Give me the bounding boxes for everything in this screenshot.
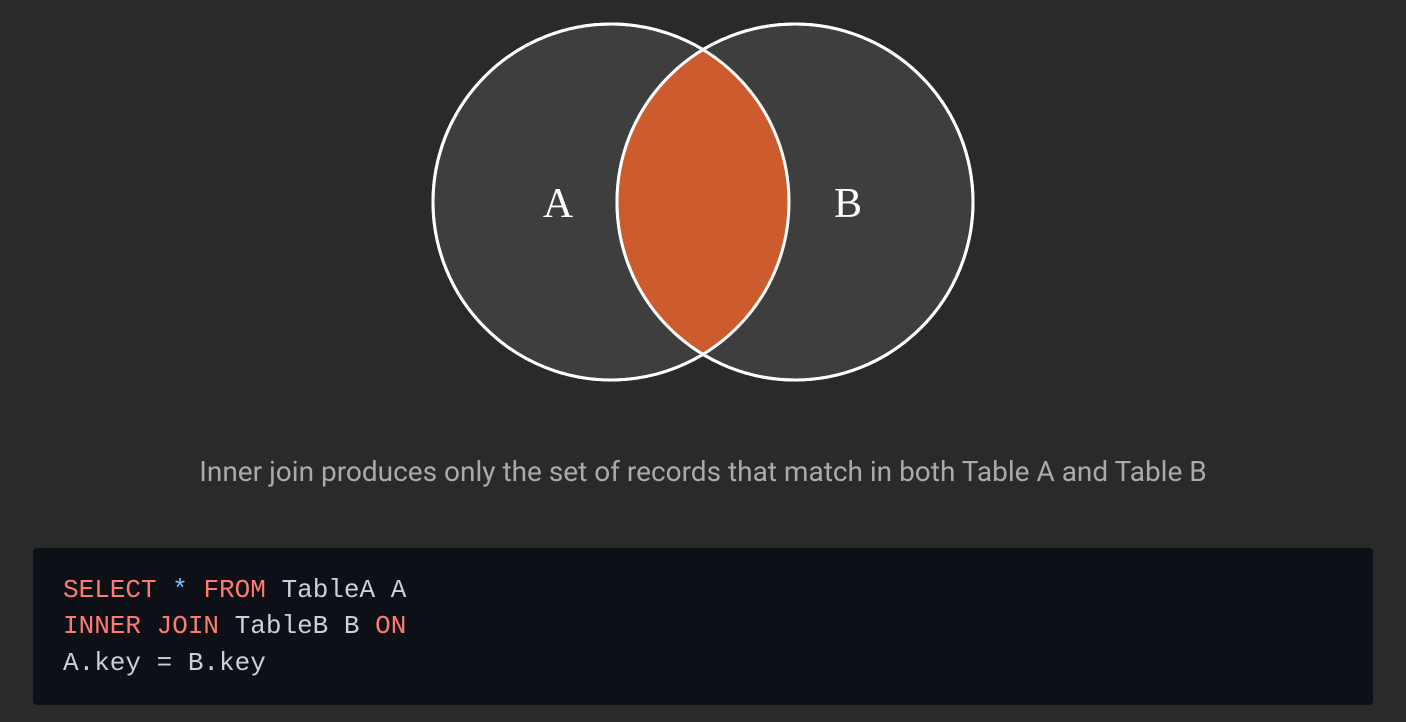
description-text: Inner join produces only the set of reco… [199, 455, 1206, 488]
operator-star: * [172, 575, 188, 605]
identifier-condition: A.key = B.key [63, 648, 266, 678]
venn-label-b: B [834, 181, 862, 227]
venn-svg: A B [403, 10, 1003, 390]
keyword-join: JOIN [157, 611, 219, 641]
venn-label-a: A [543, 181, 574, 227]
keyword-on: ON [375, 611, 406, 641]
keyword-inner: INNER [63, 611, 141, 641]
code-line-3: A.key = B.key [63, 645, 1343, 681]
keyword-from: FROM [203, 575, 265, 605]
keyword-select: SELECT [63, 575, 157, 605]
code-line-1: SELECT * FROM TableA A [63, 572, 1343, 608]
code-line-2: INNER JOIN TableB B ON [63, 608, 1343, 644]
identifier-tableb: TableB B [235, 611, 360, 641]
venn-diagram: A B [403, 10, 1003, 390]
sql-code-block: SELECT * FROM TableA A INNER JOIN TableB… [33, 548, 1373, 705]
identifier-tablea: TableA A [281, 575, 406, 605]
